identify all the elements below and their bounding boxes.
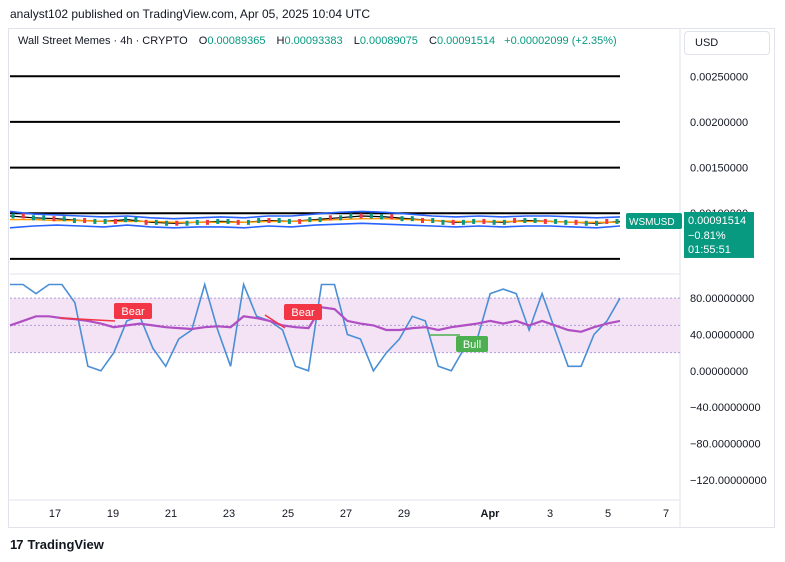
- candle-20: [216, 218, 220, 224]
- stoch-axis-label-0: 80.00000000: [690, 293, 754, 305]
- candle-17: [185, 220, 189, 226]
- stoch-axis-label-3: −40.00000000: [690, 402, 761, 414]
- signal-badge-label-2: Bull: [463, 339, 481, 351]
- candle-45: [472, 218, 476, 224]
- candle-29: [308, 217, 312, 223]
- stoch-axis-label-4: −80.00000000: [690, 439, 761, 451]
- candle-59: [615, 218, 619, 224]
- candle-0: [11, 213, 15, 219]
- candle-48: [502, 219, 506, 225]
- candle-19: [206, 219, 210, 225]
- candle-26: [277, 218, 281, 224]
- footer-brand: TradingView: [27, 537, 104, 552]
- candle-58: [605, 218, 609, 224]
- price-tag-change: −0.81%: [688, 230, 726, 242]
- candle-23: [246, 219, 250, 225]
- candle-36: [380, 214, 384, 220]
- time-axis-label-7: Apr: [481, 508, 501, 520]
- ticker-tag-label: WSMUSD: [629, 217, 675, 228]
- candle-44: [461, 219, 465, 225]
- candle-2: [31, 215, 35, 221]
- candle-53: [554, 218, 558, 224]
- candle-50: [523, 218, 527, 224]
- time-axis-label-0: 17: [49, 508, 61, 520]
- tradingview-logo[interactable]: 17 TradingView: [10, 537, 104, 552]
- candle-18: [195, 219, 199, 225]
- price-axis-label-1: 0.00200000: [690, 117, 748, 129]
- candle-24: [257, 218, 261, 224]
- stoch-axis-label-5: −120.00000000: [690, 475, 767, 487]
- candle-15: [165, 220, 169, 226]
- candle-41: [431, 218, 435, 224]
- candle-56: [584, 220, 588, 226]
- candle-55: [574, 219, 578, 225]
- stoch-axis-label-1: 40.00000000: [690, 330, 754, 342]
- price-axis-label-2: 0.00150000: [690, 163, 748, 175]
- candle-30: [318, 217, 322, 223]
- candle-43: [451, 219, 455, 225]
- stoch-axis-label-2: 0.00000000: [690, 366, 748, 378]
- price-axis-label-0: 0.00250000: [690, 71, 748, 83]
- candle-4: [52, 216, 56, 222]
- candle-10: [113, 218, 117, 224]
- signal-badge-label-0: Bear: [121, 306, 145, 318]
- candle-34: [359, 213, 363, 219]
- candle-33: [349, 213, 353, 219]
- candle-39: [410, 216, 414, 222]
- time-axis-label-8: 3: [547, 508, 553, 520]
- time-axis-label-2: 21: [165, 508, 177, 520]
- candle-51: [533, 218, 537, 224]
- signal-badge-label-1: Bear: [291, 307, 315, 319]
- candle-35: [369, 213, 373, 219]
- candle-21: [226, 218, 230, 224]
- time-axis-label-3: 23: [223, 508, 235, 520]
- candle-37: [390, 214, 394, 220]
- candle-25: [267, 218, 271, 224]
- candle-57: [595, 220, 599, 226]
- price-tag-value: 0.00091514: [688, 215, 746, 227]
- time-axis-label-9: 5: [605, 508, 611, 520]
- candle-13: [144, 219, 148, 225]
- candle-38: [400, 216, 404, 222]
- time-axis-label-4: 25: [282, 508, 294, 520]
- candle-7: [83, 218, 87, 224]
- chart-canvas[interactable]: 0.002500000.002000000.001500000.00100000…: [0, 0, 785, 562]
- candle-47: [492, 219, 496, 225]
- candle-1: [21, 213, 25, 219]
- candle-46: [482, 218, 486, 224]
- candle-31: [328, 215, 332, 221]
- candle-49: [513, 218, 517, 224]
- candle-22: [236, 219, 240, 225]
- candle-52: [543, 218, 547, 224]
- candle-54: [564, 219, 568, 225]
- candle-6: [72, 218, 76, 224]
- candle-3: [42, 215, 46, 221]
- candle-8: [93, 218, 97, 224]
- price-tag-countdown: 01:55:51: [688, 244, 731, 256]
- candle-32: [339, 215, 343, 221]
- candle-14: [154, 219, 158, 225]
- candle-16: [175, 220, 179, 226]
- candle-40: [420, 218, 424, 224]
- candle-11: [124, 217, 128, 223]
- time-axis-label-6: 29: [398, 508, 410, 520]
- bollinger-lower: [9, 222, 621, 229]
- time-axis-label-5: 27: [340, 508, 352, 520]
- candle-28: [298, 218, 302, 224]
- time-axis-label-1: 19: [107, 508, 119, 520]
- time-axis-label-10: 7: [663, 508, 669, 520]
- candle-9: [103, 218, 107, 224]
- candle-5: [62, 216, 66, 222]
- candle-27: [287, 218, 291, 224]
- candle-42: [441, 219, 445, 225]
- candle-12: [134, 217, 138, 223]
- tradingview-mark-icon: 17: [10, 537, 24, 552]
